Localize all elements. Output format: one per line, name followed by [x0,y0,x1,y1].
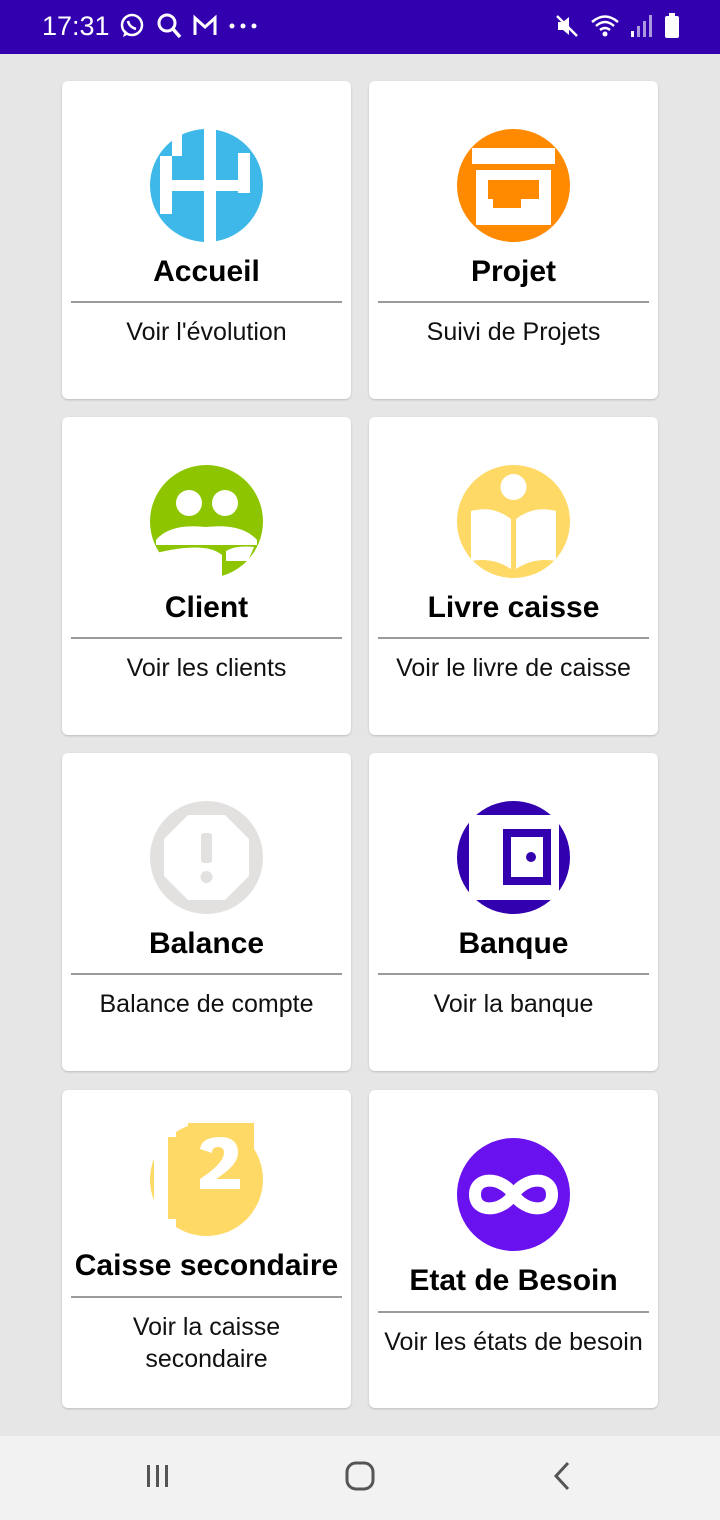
search-icon [156,12,182,40]
tile-title: Banque [458,927,569,960]
tile-title: Accueil [153,255,260,288]
status-bar: 17:31 [0,0,720,54]
tile-projet[interactable]: Projet Suivi de Projets [369,81,658,399]
tile-title: Caisse secondaire [74,1249,339,1282]
store-icon [457,129,570,242]
tile-subtitle: Voir la banque [433,990,594,1018]
mute-vibrate-icon [554,12,580,40]
dashboard-icon [150,129,263,242]
clients-icon [150,465,263,578]
wifi-icon [590,13,620,39]
tile-client[interactable]: Client Voir les clients [62,417,351,735]
navigation-bar [0,1436,720,1520]
tile-subtitle: Voir la caisse secondaire [132,1313,281,1373]
tile-title: Projet [470,255,557,288]
status-time: 17:31 [42,11,110,41]
book-reader-icon [457,465,570,578]
infinity-icon [457,1138,570,1251]
more-icon [228,21,258,31]
tile-divider [71,301,342,303]
tile-divider [378,301,649,303]
recent-apps-icon [143,1462,173,1495]
tile-subtitle: Voir les clients [126,654,287,682]
tile-accueil[interactable]: Accueil Voir l'évolution [62,81,351,399]
tile-subtitle: Voir l'évolution [126,318,287,346]
signal-icon [630,13,654,39]
tile-divider [378,637,649,639]
whatsapp-icon [118,12,146,40]
tile-divider [71,1296,342,1298]
wallet-icon [457,801,570,914]
tile-title: Etat de Besoin [409,1264,618,1297]
tile-divider [378,1311,649,1313]
tile-subtitle: Voir les états de besoin [384,1328,643,1356]
tile-banque[interactable]: Banque Voir la banque [369,753,658,1071]
tile-etat-de-besoin[interactable]: Etat de Besoin Voir les états de besoin [369,1090,658,1408]
tile-balance[interactable]: Balance Balance de compte [62,753,351,1071]
tile-subtitle: Suivi de Projets [426,318,601,346]
recent-apps-button[interactable] [138,1458,178,1498]
tile-title: Client [164,591,249,624]
gmail-icon [192,14,218,38]
tile-subtitle: Balance de compte [99,990,314,1018]
home-icon [344,1460,376,1497]
tile-title: Balance [148,927,265,960]
tile-title: Livre caisse [427,591,600,624]
tile-caisse-secondaire[interactable]: Caisse secondaire Voir la caisse seconda… [62,1090,351,1408]
tile-livre-caisse[interactable]: Livre caisse Voir le livre de caisse [369,417,658,735]
back-button[interactable] [542,1458,582,1498]
alert-octagon-icon [150,801,263,914]
back-icon [552,1461,572,1496]
tile-divider [71,637,342,639]
tile-divider [71,973,342,975]
number-two-icon [150,1123,263,1236]
home-button[interactable] [340,1458,380,1498]
tile-subtitle: Voir le livre de caisse [396,654,631,682]
tile-divider [378,973,649,975]
battery-icon [664,13,680,39]
